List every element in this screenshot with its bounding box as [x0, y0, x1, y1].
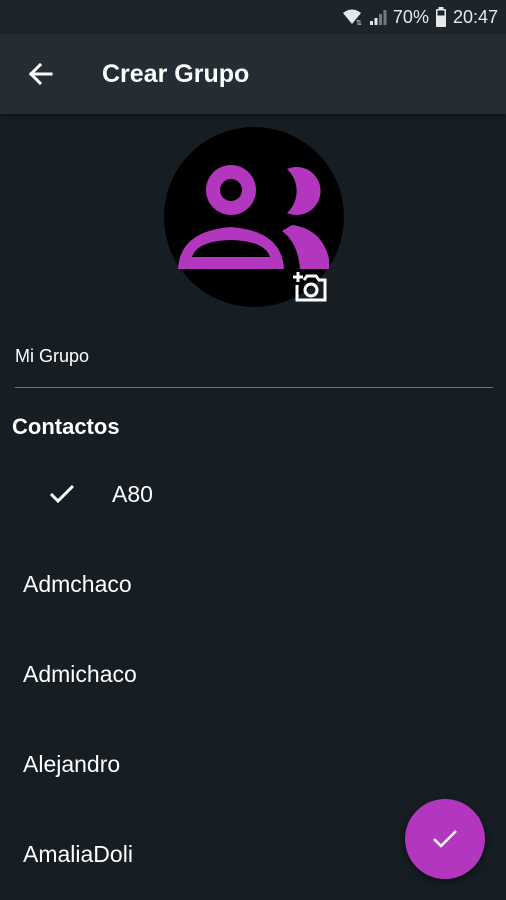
- contact-name: Admichaco: [23, 660, 137, 687]
- check-icon: [433, 830, 457, 848]
- add-photo-button[interactable]: [290, 268, 330, 304]
- app-bar: Crear Grupo: [0, 34, 506, 114]
- status-time: 20:47: [452, 6, 498, 27]
- add-photo-icon: [293, 272, 327, 302]
- contact-item[interactable]: Admichaco: [0, 629, 506, 719]
- svg-text:⇅: ⇅: [356, 20, 362, 26]
- group-name-field[interactable]: [15, 340, 493, 388]
- check-icon: [40, 479, 84, 509]
- contacts-title: Contactos: [12, 414, 120, 439]
- status-bar: ⇅ 70% 20:47: [0, 0, 506, 34]
- contact-name: AmaliaDoli: [23, 840, 133, 867]
- battery-icon: [435, 7, 446, 27]
- contact-item[interactable]: Alejandro: [0, 719, 506, 809]
- wifi-icon: ⇅: [342, 9, 362, 26]
- battery-percent: 70%: [392, 6, 429, 27]
- back-button[interactable]: [0, 34, 80, 114]
- arrow-left-icon: [28, 62, 53, 86]
- contact-name: Alejandro: [23, 750, 121, 777]
- contact-item[interactable]: A80: [0, 449, 506, 539]
- confirm-fab-button[interactable]: [405, 799, 485, 879]
- page-title: Crear Grupo: [102, 59, 250, 88]
- contact-name: Admchaco: [23, 570, 132, 597]
- contact-name: A80: [112, 480, 153, 507]
- contact-item[interactable]: Admchaco: [0, 539, 506, 629]
- signal-icon: [369, 10, 387, 25]
